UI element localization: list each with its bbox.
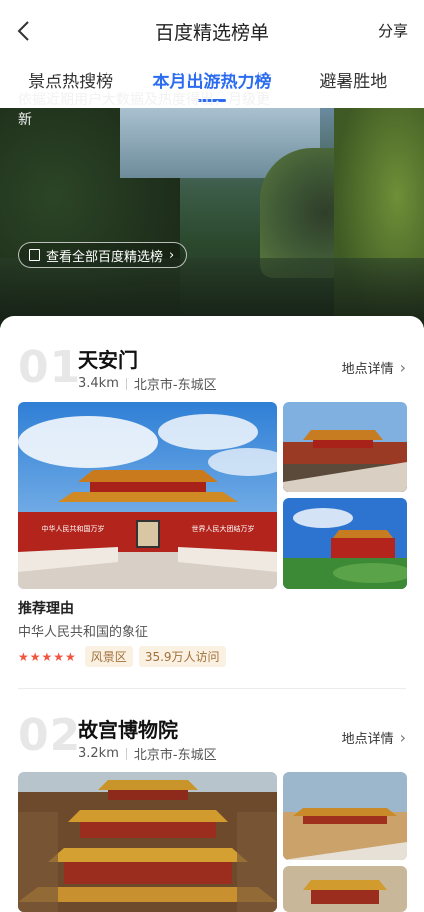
visits-tag: 35.9万人访问 — [138, 646, 226, 667]
banner-right-text: 世界人民大团结万岁 — [192, 524, 255, 533]
place-meta: 3.2km 北京市-东城区 — [78, 744, 217, 763]
tab-summer-resort[interactable]: 避暑胜地 — [283, 62, 424, 108]
chevron-right-icon: › — [399, 358, 406, 377]
hero-title: 北京市本月出游热力榜 — [18, 49, 279, 78]
distance: 3.4km — [78, 376, 119, 391]
category-tag: 风景区 — [84, 646, 133, 667]
rank-number: 01 — [18, 342, 82, 393]
bookmark-icon — [29, 249, 40, 261]
back-arrow-icon[interactable] — [12, 18, 38, 44]
tiananmen-side-photo[interactable] — [283, 402, 407, 492]
location: 北京市-东城区 — [133, 748, 217, 763]
tiananmen-photo[interactable]: 中华人民共和国万岁 世界人民大团结万岁 — [18, 402, 277, 589]
ranking-list: 01 天安门 3.4km 北京市-东城区 地点详情 › 中华人民共和国万岁 世界… — [0, 316, 424, 912]
detail-label: 地点详情 — [341, 732, 394, 747]
reason-title: 推荐理由 — [18, 601, 74, 617]
reason-text: 中华人民共和国的象征 — [18, 625, 149, 640]
view-all-label: 查看全部百度精选榜 — [46, 249, 164, 265]
page-title: 百度精选榜单 — [154, 21, 269, 44]
tiananmen-side-photo-2[interactable] — [283, 498, 407, 589]
place-detail-link[interactable]: 地点详情 › — [342, 728, 406, 747]
place-name: 故宫博物院 — [78, 718, 178, 742]
hero-subtitle: 依据近期用户大数据及热度得出，月级更新 — [18, 92, 270, 128]
share-button[interactable]: 分享 — [378, 20, 408, 41]
chevron-right-icon: › — [169, 247, 175, 263]
divider — [18, 688, 406, 689]
hero-text: 北京市本月出游热力榜 依据近期用户大数据及热度得出，月级更新 — [18, 44, 278, 130]
view-all-button[interactable]: 查看全部百度精选榜 › — [18, 242, 188, 268]
detail-label: 地点详情 — [341, 362, 394, 377]
place-meta: 3.4km 北京市-东城区 — [78, 374, 217, 393]
chevron-right-icon: › — [399, 728, 406, 747]
item-tags: ★★★★★ 风景区 35.9万人访问 — [18, 646, 232, 667]
forbidden-city-side-photo[interactable] — [283, 772, 407, 860]
forbidden-city-photo[interactable] — [18, 772, 277, 912]
place-detail-link[interactable]: 地点详情 › — [342, 358, 406, 377]
forbidden-city-side-photo-2[interactable] — [283, 866, 407, 912]
banner-left-text: 中华人民共和国万岁 — [42, 524, 105, 533]
rank-number: 02 — [18, 710, 82, 761]
place-name: 天安门 — [78, 348, 138, 372]
distance: 3.2km — [78, 746, 119, 761]
location: 北京市-东城区 — [133, 378, 217, 393]
rating-stars-icon: ★★★★★ — [18, 649, 77, 664]
hero-banner — [0, 108, 424, 328]
